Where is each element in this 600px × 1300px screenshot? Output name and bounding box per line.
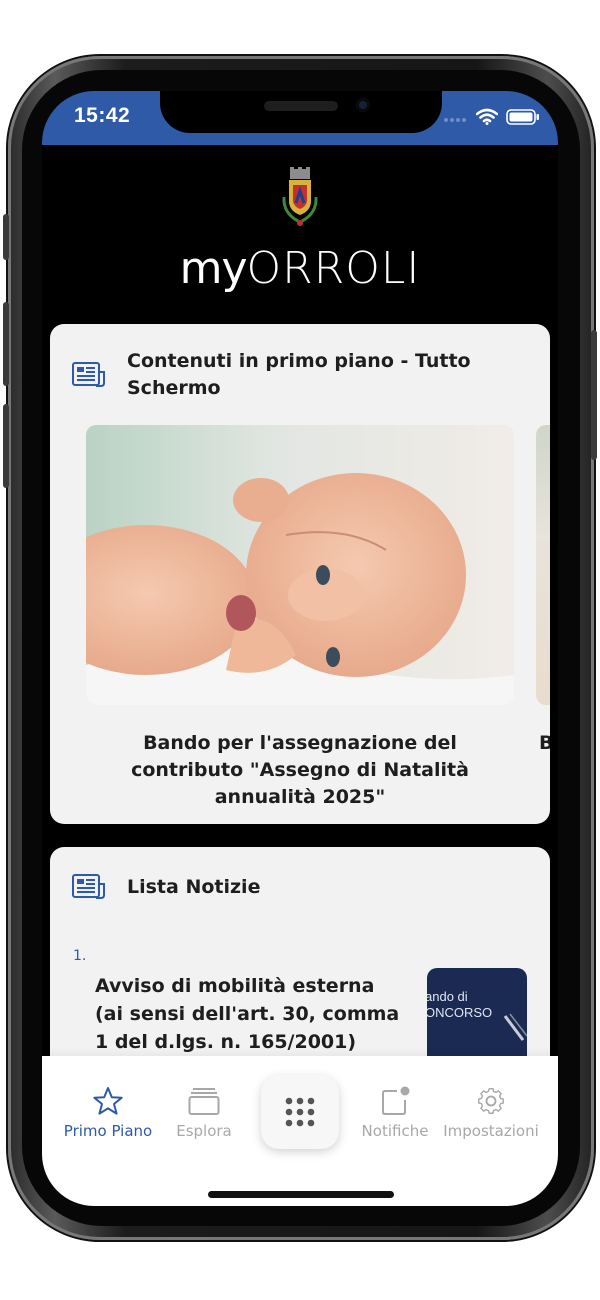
battery-icon bbox=[506, 108, 539, 125]
featured-title: Contenuti in primo piano - Tutto Schermo bbox=[127, 350, 471, 399]
volume-down-button bbox=[3, 404, 9, 488]
tab-primo-piano[interactable]: Primo Piano bbox=[58, 1056, 158, 1146]
status-time: 15:42 bbox=[74, 104, 131, 127]
list-item-number: 1. bbox=[73, 948, 87, 964]
tab-notifiche[interactable]: Notifiche bbox=[345, 1056, 445, 1146]
app-title: MYORROLI bbox=[42, 243, 558, 294]
stack-icon bbox=[188, 1088, 220, 1115]
notification-icon bbox=[382, 1086, 410, 1115]
cellular-signal-icon bbox=[444, 107, 468, 126]
gear-icon bbox=[478, 1088, 504, 1114]
volume-up-button bbox=[3, 302, 9, 386]
newspaper-icon bbox=[72, 874, 105, 899]
notch bbox=[160, 91, 442, 133]
center-menu-button[interactable] bbox=[261, 1075, 339, 1149]
grid-dots-icon bbox=[285, 1097, 315, 1127]
star-icon bbox=[93, 1087, 123, 1115]
thumbnail-text: ando di bbox=[427, 989, 468, 1004]
speaker-grille bbox=[264, 101, 338, 111]
app-screen: 15:42 MYORROLI bbox=[42, 91, 558, 1206]
newspaper-icon bbox=[72, 362, 105, 387]
featured-content-card: Contenuti in primo piano - Tutto Schermo bbox=[50, 324, 550, 824]
list-item-title[interactable]: Avviso di mobilità esterna (ai sensi del… bbox=[95, 972, 407, 1056]
municipal-crest-icon bbox=[282, 167, 318, 226]
home-indicator[interactable] bbox=[208, 1191, 394, 1198]
app-title-my: MY bbox=[179, 243, 248, 294]
front-camera bbox=[356, 98, 370, 112]
tab-esplora[interactable]: Esplora bbox=[154, 1056, 254, 1146]
status-icons bbox=[444, 107, 540, 126]
bottom-tab-bar: Primo Piano Esplora Notifiche Impostazio… bbox=[42, 1056, 558, 1206]
pen-icon bbox=[503, 1013, 527, 1041]
power-button bbox=[591, 330, 597, 460]
thumbnail-text: ONCORSO bbox=[427, 1005, 493, 1020]
next-slide-caption[interactable]: B bbox=[539, 730, 550, 757]
tab-label: Impostazioni bbox=[443, 1122, 539, 1140]
mute-switch bbox=[3, 214, 9, 260]
news-list-title: Lista Notizie bbox=[127, 876, 261, 898]
featured-slide-image[interactable] bbox=[86, 425, 514, 705]
tab-label: Esplora bbox=[176, 1122, 232, 1140]
wifi-icon bbox=[476, 108, 498, 125]
featured-slide-caption[interactable]: Bando per l'assegnazione del contributo … bbox=[86, 730, 514, 811]
tab-impostazioni[interactable]: Impostazioni bbox=[441, 1056, 541, 1146]
next-slide-peek[interactable] bbox=[536, 425, 550, 705]
app-title-town: ORROLI bbox=[246, 243, 421, 294]
